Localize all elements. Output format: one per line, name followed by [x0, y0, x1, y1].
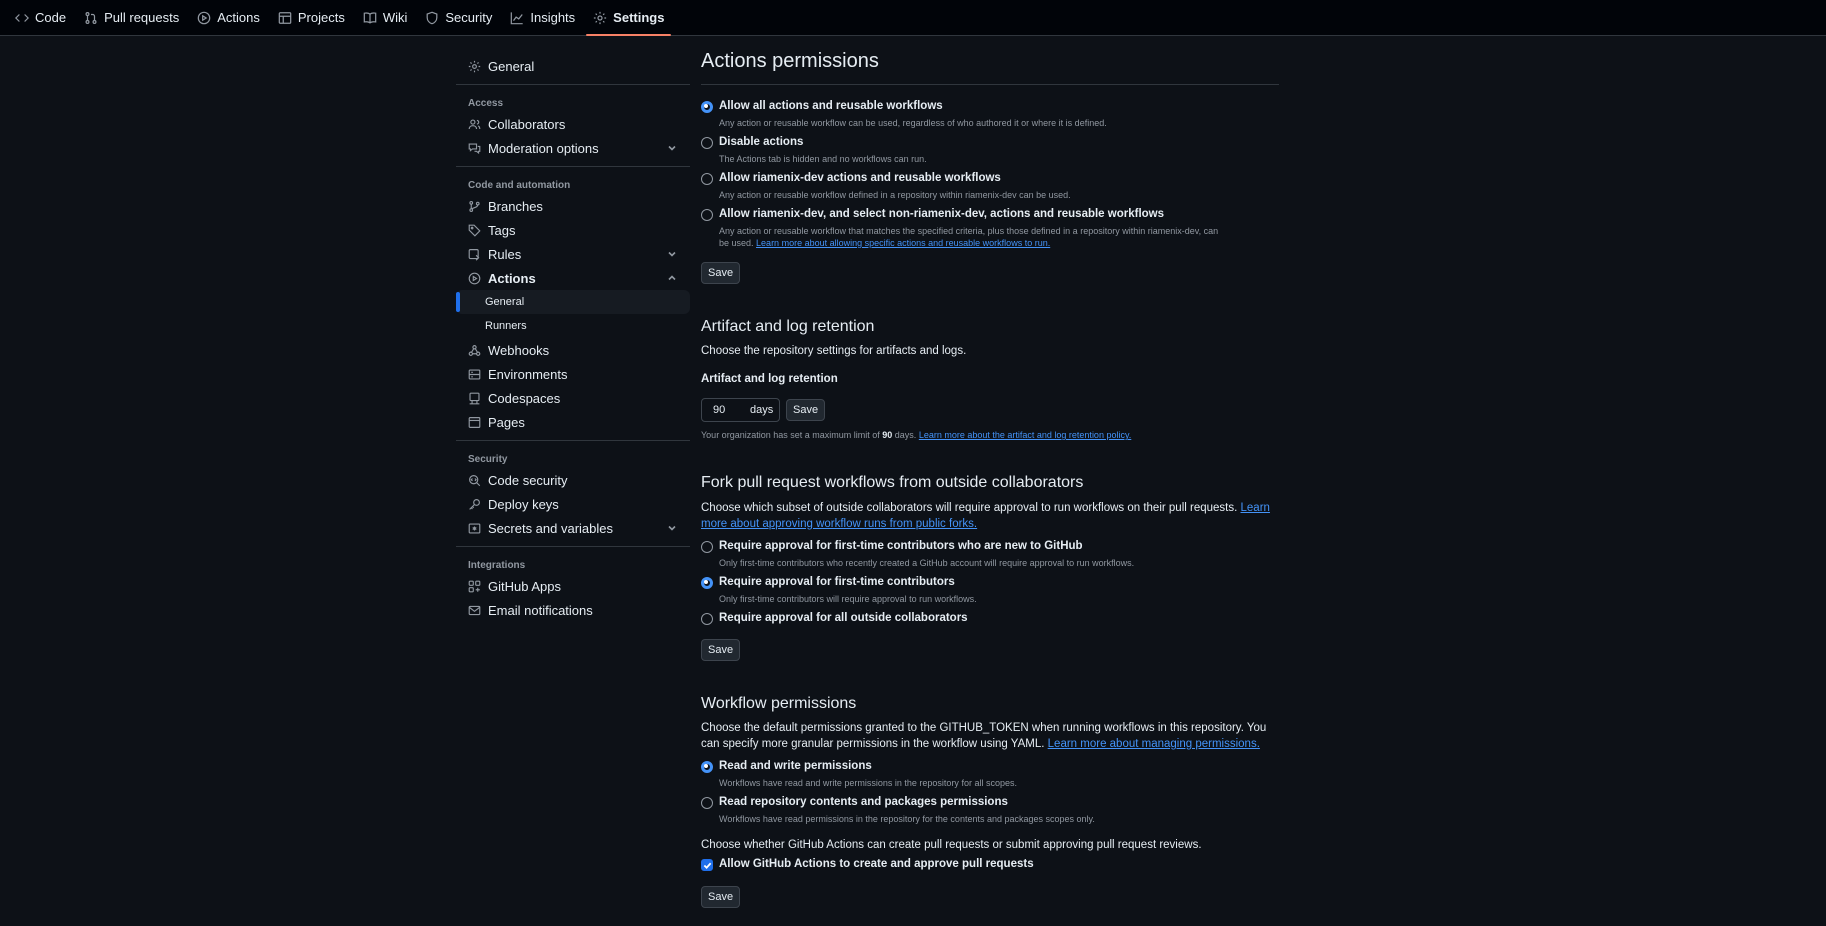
artifact-section-title: Artifact and log retention [701, 318, 875, 335]
workflow-description: Choose the default permissions granted t… [701, 722, 1267, 750]
save-retention-button[interactable]: Save [786, 399, 826, 421]
sidebar-item-environments[interactable]: Environments [456, 362, 690, 386]
sidebar-divider [456, 166, 690, 167]
sidebar-divider [456, 84, 690, 85]
tab-wiki[interactable]: Wiki [354, 0, 417, 35]
shield-icon [426, 11, 438, 24]
webhook-icon [468, 344, 481, 356]
chevron-up-icon [668, 275, 676, 281]
sidebar-item-deploy-keys[interactable]: Deploy keys [456, 492, 690, 516]
sidebar-item-secrets[interactable]: Secrets and variables [456, 516, 690, 540]
tab-pull-requests[interactable]: Pull requests [75, 0, 188, 35]
gear-icon [594, 11, 607, 24]
sidebar-item-pages[interactable]: Pages [456, 410, 690, 434]
retention-days-field[interactable]: days [701, 398, 780, 422]
repo-push-icon [468, 248, 480, 261]
server-icon [468, 368, 481, 380]
save-fork-button[interactable]: Save [701, 639, 741, 661]
save-workflow-button[interactable]: Save [701, 886, 741, 908]
sidebar-item-codespaces[interactable]: Codespaces [456, 386, 690, 410]
apps-icon [468, 580, 481, 592]
retention-limit-note: Your organization has set a maximum limi… [701, 430, 1132, 440]
key-icon [469, 498, 480, 510]
graph-icon [511, 11, 524, 24]
workflow-pr-description: Choose whether GitHub Actions can create… [701, 839, 1202, 851]
tab-actions[interactable]: Actions [188, 0, 269, 35]
table-icon [278, 11, 292, 24]
sidebar-divider [456, 440, 690, 441]
browser-icon [468, 416, 481, 428]
chevron-down-icon [668, 525, 676, 531]
tab-code[interactable]: Code [6, 0, 75, 35]
learn-more-specific-actions-link[interactable]: Learn more about allowing specific actio… [756, 238, 1050, 248]
sidebar-group-code: Code and automation [468, 179, 571, 191]
settings-sidebar: General Access Collaborators Moderation … [456, 50, 690, 622]
checkbox-allow-pr[interactable] [701, 859, 713, 871]
learn-more-permissions-link[interactable]: Learn more about managing permissions. [1048, 738, 1260, 750]
tab-security[interactable]: Security [416, 0, 501, 35]
sidebar-item-actions[interactable]: Actions [456, 266, 690, 290]
radio-new-to-github[interactable] [701, 541, 713, 553]
retention-days-input[interactable] [702, 400, 746, 420]
sidebar-divider [456, 546, 690, 547]
people-icon [468, 118, 481, 129]
codescan-icon [469, 474, 481, 486]
tab-insights[interactable]: Insights [501, 0, 584, 35]
title-divider [701, 84, 1279, 85]
sidebar-subitem-actions-general[interactable]: General [456, 290, 690, 314]
artifact-field-label: Artifact and log retention [701, 373, 838, 385]
mail-icon [468, 605, 481, 615]
play-icon [468, 272, 481, 284]
sidebar-group-access: Access [468, 97, 504, 109]
learn-more-retention-link[interactable]: Learn more about the artifact and log re… [919, 430, 1131, 440]
tab-projects[interactable]: Projects [269, 0, 354, 35]
radio-org-only[interactable] [701, 173, 713, 185]
code-icon [15, 13, 29, 22]
repo-nav: Code Pull requests Actions Projects Wiki… [0, 0, 1826, 36]
chevron-down-icon [668, 145, 676, 151]
save-permissions-button[interactable]: Save [701, 262, 741, 284]
check-icon [703, 862, 712, 870]
workflow-section-title: Workflow permissions [701, 695, 857, 712]
sidebar-item-rules[interactable]: Rules [456, 242, 690, 266]
tag-icon [468, 224, 481, 237]
fork-description: Choose which subset of outside collabora… [701, 502, 1270, 530]
sidebar-item-email-notifications[interactable]: Email notifications [456, 598, 690, 622]
sidebar-group-security: Security [468, 453, 508, 465]
fork-section-title: Fork pull request workflows from outside… [701, 474, 1084, 491]
sidebar-item-moderation[interactable]: Moderation options [456, 136, 690, 160]
settings-main: Actions permissions Allow all actions an… [701, 50, 1279, 908]
sidebar-subitem-actions-runners[interactable]: Runners [456, 314, 690, 338]
play-icon [197, 11, 211, 24]
sidebar-item-collaborators[interactable]: Collaborators [456, 112, 690, 136]
sidebar-item-webhooks[interactable]: Webhooks [456, 338, 690, 362]
codespaces-icon [469, 392, 480, 404]
book-icon [363, 11, 377, 24]
sidebar-item-branches[interactable]: Branches [456, 194, 690, 218]
radio-all-outside[interactable] [701, 613, 713, 625]
sidebar-item-general[interactable]: General [456, 54, 690, 78]
comment-discussion-icon [468, 142, 481, 154]
key-asterisk-icon [468, 522, 481, 534]
sidebar-item-tags[interactable]: Tags [456, 218, 690, 242]
sidebar-group-integrations: Integrations [468, 559, 526, 571]
git-pull-request-icon [85, 11, 97, 24]
gear-icon [468, 60, 481, 72]
sidebar-item-code-security[interactable]: Code security [456, 468, 690, 492]
sidebar-item-github-apps[interactable]: GitHub Apps [456, 574, 690, 598]
radio-select-actions[interactable] [701, 209, 713, 221]
radio-read-write[interactable] [701, 761, 713, 773]
radio-allow-all[interactable] [701, 101, 713, 113]
radio-disable-actions[interactable] [701, 137, 713, 149]
radio-first-time[interactable] [701, 577, 713, 589]
page-title: Actions permissions [701, 50, 879, 72]
git-branch-icon [469, 200, 480, 212]
artifact-description: Choose the repository settings for artif… [701, 345, 967, 357]
radio-read-only[interactable] [701, 797, 713, 809]
chevron-down-icon [668, 251, 676, 257]
tab-settings[interactable]: Settings [584, 0, 673, 36]
